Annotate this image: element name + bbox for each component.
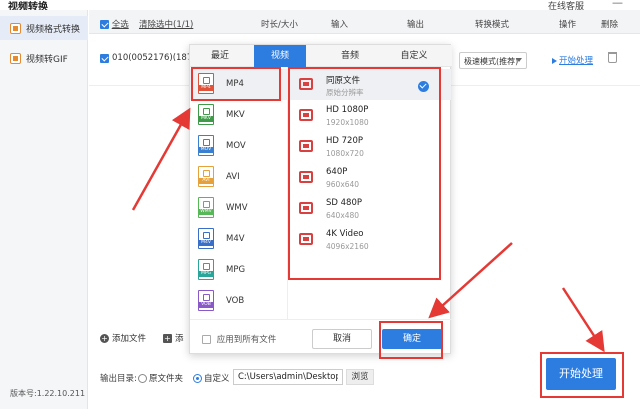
format-label: MKV [226,110,245,120]
arrow-to-start [561,287,605,353]
gif-icon [10,52,21,64]
col-delete: 删除 [601,20,619,30]
select-all-checkbox[interactable]: 全选 [100,18,129,30]
format-label: M4V [226,234,245,244]
select-all-label: 全选 [111,20,129,30]
col-output: 输出 [407,20,425,30]
version-label: 版本号:1.22.10.211 [10,389,86,398]
title-bar [0,0,640,10]
format-label: MOV [226,141,246,151]
video-convert-icon [10,22,21,34]
add-folder-button[interactable]: + 添 [163,332,184,344]
col-convert-mode: 转换模式 [475,20,510,30]
col-input: 输入 [331,20,349,30]
plus-circle-icon: + [100,334,109,343]
format-item-m4v[interactable]: M4V M4V [190,224,288,255]
file-format-icon: VOB [198,290,214,311]
table-header: 全选 清除选中(1/1) 时长/大小 输入 输出 转换模式 操作 删除 [89,10,640,34]
sidebar: 视频格式转换 视频转GIF [0,10,88,409]
browse-button[interactable]: 浏览 [346,369,374,385]
checkbox-empty-icon [202,335,211,344]
format-label: MPG [226,265,246,275]
clear-selected-link[interactable]: 清除选中(1/1) [139,18,193,30]
annotation-box-confirm [379,321,443,359]
format-label: VOB [226,296,245,306]
convert-mode-value: 极速模式(推荐) [464,57,519,66]
add-file-button[interactable]: + 添加文件 [100,332,146,344]
checkbox-checked-icon [100,20,109,29]
start-process-link[interactable]: 开始处理 [552,54,593,66]
cancel-button[interactable]: 取消 [312,329,372,349]
format-label: AVI [226,172,240,182]
file-format-icon: AVI [198,166,214,187]
tab-recent[interactable]: 最近 [194,45,246,67]
radio-custom-folder[interactable]: 自定义 [193,372,230,384]
sidebar-item-label: 视频格式转换 [26,24,81,35]
file-format-icon: MPG [198,259,214,280]
col-duration-size: 时长/大小 [261,20,298,30]
annotation-box-start [540,352,624,398]
format-label: WMV [226,203,248,213]
format-item-avi[interactable]: AVI AVI [190,162,288,193]
format-item-wmv[interactable]: WMV WMV [190,193,288,224]
tab-audio[interactable]: 音频 [324,45,376,67]
tab-custom[interactable]: 自定义 [388,45,440,67]
radio-off-icon [138,374,147,383]
sidebar-item-video-to-gif[interactable]: 视频转GIF [0,46,88,70]
tab-video[interactable]: 视频 [254,45,306,67]
radio-on-icon [193,374,202,383]
annotation-box-presets [288,67,441,280]
play-icon [552,57,557,64]
file-checkbox[interactable] [100,54,109,63]
output-dir-label: 输出目录: [100,374,137,384]
radio-source-folder[interactable]: 原文件夹 [138,372,183,384]
file-format-icon: MOV [198,135,214,156]
format-list: MP4 MP4 MKV MKV MOV MOV AVI AVI WMV WMV M4V M4V MPG M… [190,67,288,319]
format-item-vob[interactable]: VOB VOB [190,286,288,317]
radio-source-label: 原文件夹 [149,374,184,384]
minimize-button[interactable]: — [612,0,623,9]
add-file-label: 添加文件 [112,334,147,344]
sidebar-item-label: 视频转GIF [26,54,68,65]
apply-all-label: 应用到所有文件 [216,335,277,345]
popup-tabs: 最近 视频 音频 自定义 [190,45,452,67]
format-item-mpg[interactable]: MPG MPG [190,255,288,286]
radio-custom-label: 自定义 [204,374,230,384]
file-format-icon: M4V [198,228,214,249]
plus-box-icon: + [163,334,172,343]
annotation-box-mp4 [191,67,281,101]
chevron-down-icon [516,58,522,62]
arrow-to-mp4 [131,107,191,211]
trash-icon[interactable] [608,52,617,63]
sidebar-item-video-format-convert[interactable]: 视频格式转换 [0,16,88,40]
col-operation: 操作 [559,20,577,30]
output-path-input[interactable] [233,369,343,385]
start-process-label: 开始处理 [559,56,594,66]
convert-mode-select[interactable]: 极速模式(推荐) [459,52,527,69]
format-item-mov[interactable]: MOV MOV [190,131,288,162]
file-format-icon: MKV [198,104,214,125]
file-format-icon: WMV [198,197,214,218]
format-item-mkv[interactable]: MKV MKV [190,100,288,131]
apply-all-checkbox[interactable]: 应用到所有文件 [202,333,276,345]
add-folder-label: 添 [175,334,184,344]
